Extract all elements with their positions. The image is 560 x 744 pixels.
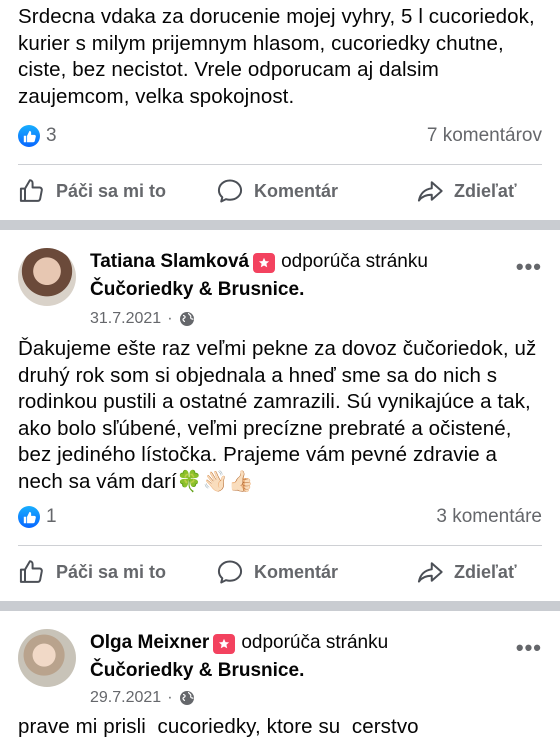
post-text: prave mi prisli cucoriedky, ktore su cer… bbox=[18, 715, 419, 738]
like-count: 3 bbox=[46, 125, 57, 146]
like-icon bbox=[18, 125, 40, 147]
recommends-text: odporúča stránku bbox=[281, 251, 428, 272]
post-author-line: Tatiana Slamková odporúča stránku Čučorie… bbox=[90, 251, 428, 300]
divider bbox=[18, 164, 542, 165]
recommends-text: odporúča stránku bbox=[241, 632, 389, 653]
post-meta: 29.7.2021 · bbox=[90, 689, 195, 707]
globe-icon bbox=[179, 312, 194, 326]
post-stats: 3 7 komentárov bbox=[18, 121, 542, 151]
reaction-summary[interactable]: 1 bbox=[18, 506, 57, 528]
comments-count[interactable]: 7 komentárov bbox=[427, 125, 542, 147]
post-actions: Páči sa mi to Komentár Zdieľať bbox=[0, 166, 560, 216]
avatar[interactable] bbox=[18, 629, 76, 687]
share-button[interactable]: Zdieľať bbox=[416, 558, 517, 586]
share-button[interactable]: Zdieľať bbox=[416, 177, 517, 205]
more-icon[interactable]: ••• bbox=[516, 635, 542, 661]
post-separator bbox=[0, 601, 560, 611]
avatar[interactable] bbox=[18, 248, 76, 306]
like-icon bbox=[19, 560, 43, 583]
reaction-summary[interactable]: 3 bbox=[18, 125, 57, 147]
comment-button[interactable]: Komentár bbox=[216, 558, 338, 586]
globe-icon bbox=[179, 691, 194, 705]
like-icon bbox=[18, 506, 40, 528]
post-header: Olga Meixner odporúča stránku Čučoriedky … bbox=[18, 629, 542, 719]
post-stats: 1 3 komentáre bbox=[18, 502, 542, 532]
post-meta: 31.7.2021 · bbox=[90, 310, 195, 328]
comments-count[interactable]: 3 komentáre bbox=[436, 506, 542, 528]
like-button[interactable]: Páči sa mi to bbox=[18, 177, 166, 205]
comment-icon bbox=[217, 179, 243, 203]
post-separator bbox=[0, 220, 560, 230]
page-link[interactable]: Čučoriedky & Brusnice bbox=[90, 660, 299, 681]
post-header: Tatiana Slamková odporúča stránku Čučorie… bbox=[18, 248, 542, 338]
recommend-badge-icon bbox=[213, 634, 236, 654]
share-icon bbox=[417, 181, 443, 202]
more-icon[interactable]: ••• bbox=[516, 254, 542, 280]
like-count: 1 bbox=[46, 506, 57, 527]
author-name[interactable]: Tatiana Slamková bbox=[90, 251, 249, 272]
comment-icon bbox=[217, 560, 243, 584]
like-button[interactable]: Páči sa mi to bbox=[18, 558, 166, 586]
author-name[interactable]: Olga Meixner bbox=[90, 632, 209, 653]
post-author-line: Olga Meixner odporúča stránku Čučoriedky … bbox=[90, 632, 389, 681]
divider bbox=[18, 545, 542, 546]
post-date[interactable]: 31.7.2021 bbox=[90, 310, 161, 328]
post-text: Srdecna vdaka za dorucenie mojej vyhry, … bbox=[18, 5, 535, 108]
recommend-badge-icon bbox=[253, 253, 276, 273]
post-text: Ďakujeme ešte raz veľmi pekne za dovoz č… bbox=[18, 337, 537, 493]
comment-button[interactable]: Komentár bbox=[216, 177, 338, 205]
share-icon bbox=[417, 562, 443, 583]
page-link[interactable]: Čučoriedky & Brusnice bbox=[90, 279, 299, 300]
like-icon bbox=[19, 179, 43, 202]
post-date[interactable]: 29.7.2021 bbox=[90, 689, 161, 707]
post-actions: Páči sa mi to Komentár Zdieľať bbox=[0, 547, 560, 597]
